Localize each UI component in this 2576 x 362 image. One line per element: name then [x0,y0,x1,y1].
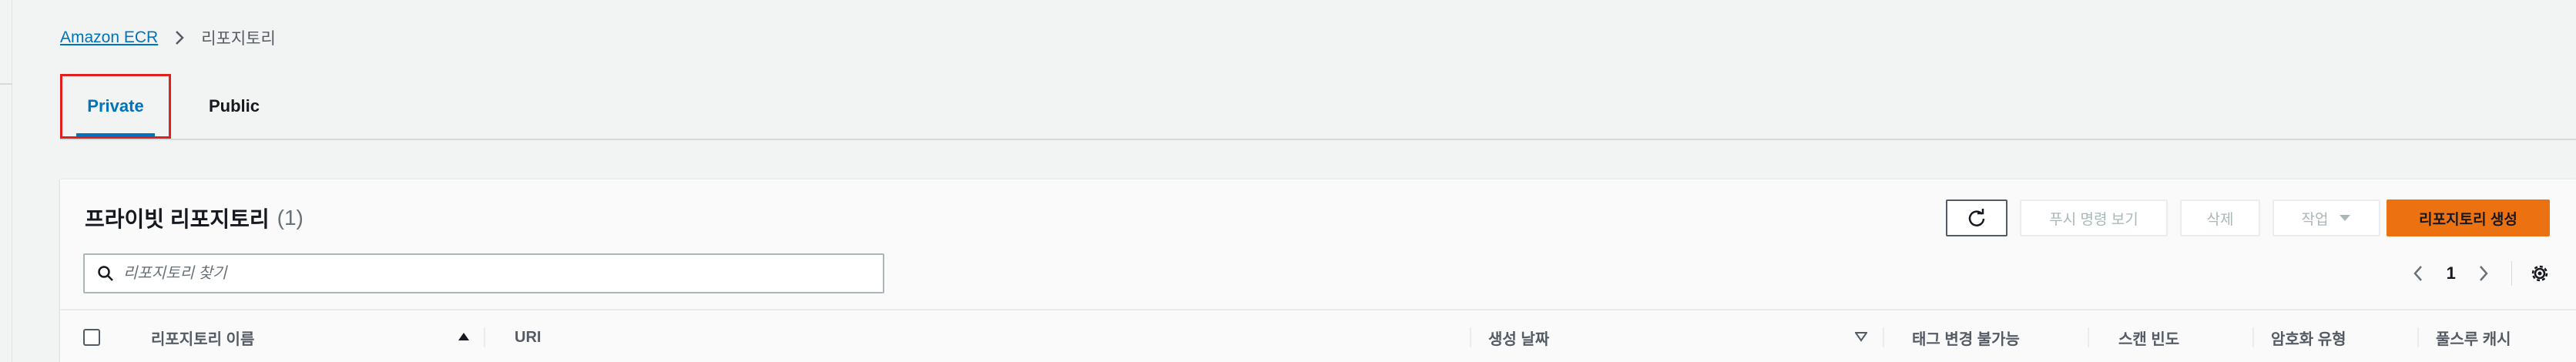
column-label-pull-through-cache: 풀스루 캐시 [2436,330,2511,348]
pagination-divider [2511,261,2513,286]
column-separator [2417,327,2419,347]
column-label-uri: URI [515,328,542,346]
column-label-tag-immutability: 태그 변경 불가능 [1912,330,2020,348]
column-header-scan-frequency[interactable]: 스캔 빈도 [2118,310,2179,362]
navigation-rail [0,0,12,362]
next-page-button[interactable] [2467,255,2501,292]
caret-down-icon [2340,215,2351,221]
column-header-encryption[interactable]: 암호화 유형 [2271,310,2346,362]
chevron-right-icon [2480,266,2488,281]
column-separator [484,327,485,347]
column-label-encryption: 암호화 유형 [2271,330,2346,348]
chevron-left-icon [2413,266,2423,281]
current-page[interactable]: 1 [2435,263,2468,283]
refresh-icon [1968,209,1985,226]
rail-divider [0,83,12,85]
column-label-name: 리포지토리 이름 [151,330,255,348]
column-separator [1470,327,1471,347]
search-box [83,253,884,293]
search-input[interactable] [123,258,883,289]
gear-icon [2531,265,2547,282]
delete-button[interactable]: 삭제 [2180,199,2260,236]
previous-page-button[interactable] [2402,255,2435,292]
sort-ascending-icon[interactable] [458,331,470,342]
repository-count: (1) [277,206,304,230]
panel-header: 프라이빗 리포지토리 (1) [85,203,304,233]
view-push-commands-button[interactable]: 푸시 명령 보기 [2020,199,2168,236]
refresh-button[interactable] [1946,199,2007,236]
table-header: 리포지토리 이름 URI 생성 날짜 태그 변경 불가능 스캔 빈도 암호화 유… [60,309,2576,362]
sort-down-icon[interactable] [1855,331,1867,342]
select-all-cell [83,310,100,362]
column-separator [2252,327,2254,347]
breadcrumb: Amazon ECR 리포지토리 [60,26,276,49]
search-icon [98,266,113,281]
create-repository-button[interactable]: 리포지토리 생성 [2386,199,2550,236]
column-separator [1883,327,1884,347]
actions-label: 작업 [2301,211,2329,228]
column-label-scan-frequency: 스캔 빈도 [2118,330,2180,348]
tab-public[interactable]: Public [188,74,280,139]
column-header-name[interactable]: 리포지토리 이름 [151,310,536,362]
select-all-checkbox[interactable] [83,329,100,346]
pagination: 1 [2402,255,2556,292]
column-header-uri[interactable]: URI [515,310,541,362]
tab-private[interactable]: Private [60,74,171,139]
repositories-panel: 프라이빗 리포지토리 (1) 푸시 명령 보기 삭제 작업 리포지토리 생성 1 [60,179,2576,362]
breadcrumb-current: 리포지토리 [201,30,276,48]
column-header-created[interactable]: 생성 날짜 [1488,310,1549,362]
panel-title: 프라이빗 리포지토리 [85,207,270,231]
column-header-pull-through-cache[interactable]: 풀스루 캐시 [2436,310,2511,362]
column-label-created: 생성 날짜 [1488,330,1550,348]
column-separator [2088,327,2089,347]
repository-tabs: Private Public [60,74,2576,140]
column-header-tag-immutability[interactable]: 태그 변경 불가능 [1912,310,2020,362]
preferences-button[interactable] [2523,255,2556,292]
breadcrumb-amazon-ecr[interactable]: Amazon ECR [60,28,158,47]
chevron-right-icon [172,30,187,45]
actions-dropdown[interactable]: 작업 [2272,199,2380,236]
